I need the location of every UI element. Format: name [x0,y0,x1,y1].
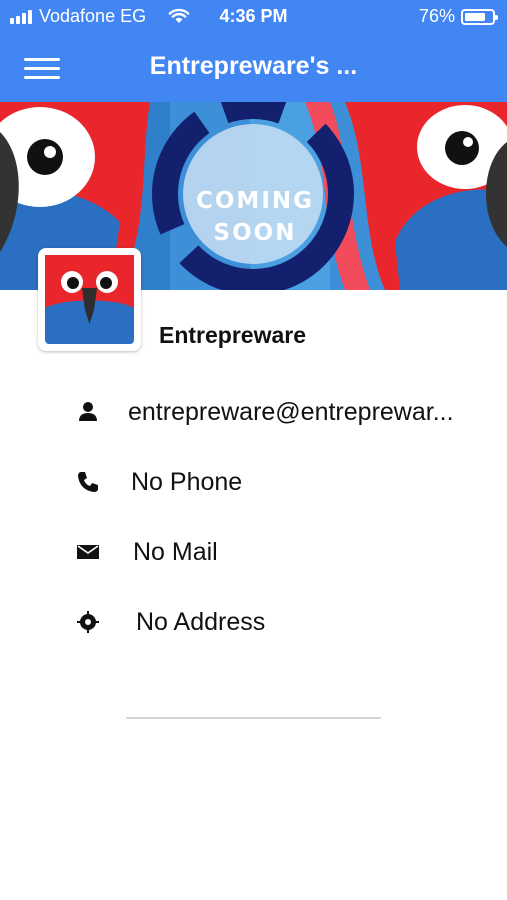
address-value: No Address [136,608,266,636]
status-bar: Vodafone EG 4:36 PM 76% [0,0,507,34]
mail-row[interactable]: No Mail [0,532,507,572]
mail-value: No Mail [133,538,218,566]
status-bar-right: 76% [418,6,498,27]
envelope-icon [77,545,99,559]
phone-icon [78,472,98,492]
menu-icon [24,58,60,61]
page-title: Entrepreware's ... [149,52,358,80]
avatar[interactable] [38,248,141,351]
phone-value: No Phone [131,468,243,496]
coming-soon-line-2: SOON [213,220,297,246]
phone-row[interactable]: No Phone [0,462,507,502]
battery-icon [461,8,498,25]
email-row[interactable]: entrepreware@entreprewar... [0,392,507,432]
user-icon [79,402,97,421]
address-row[interactable]: No Address [0,602,507,642]
coming-soon-label: COMING SOON [196,185,314,249]
email-value: entrepreware@entreprewar... [128,398,454,426]
battery-percent: 76% [418,6,455,26]
coming-soon-line-1: COMING [196,188,315,214]
location-target-icon [77,611,99,633]
menu-button[interactable] [18,50,66,86]
profile-name: Entrepreware [159,322,307,348]
app-bar: Entrepreware's ... [0,34,507,102]
divider [126,717,381,719]
